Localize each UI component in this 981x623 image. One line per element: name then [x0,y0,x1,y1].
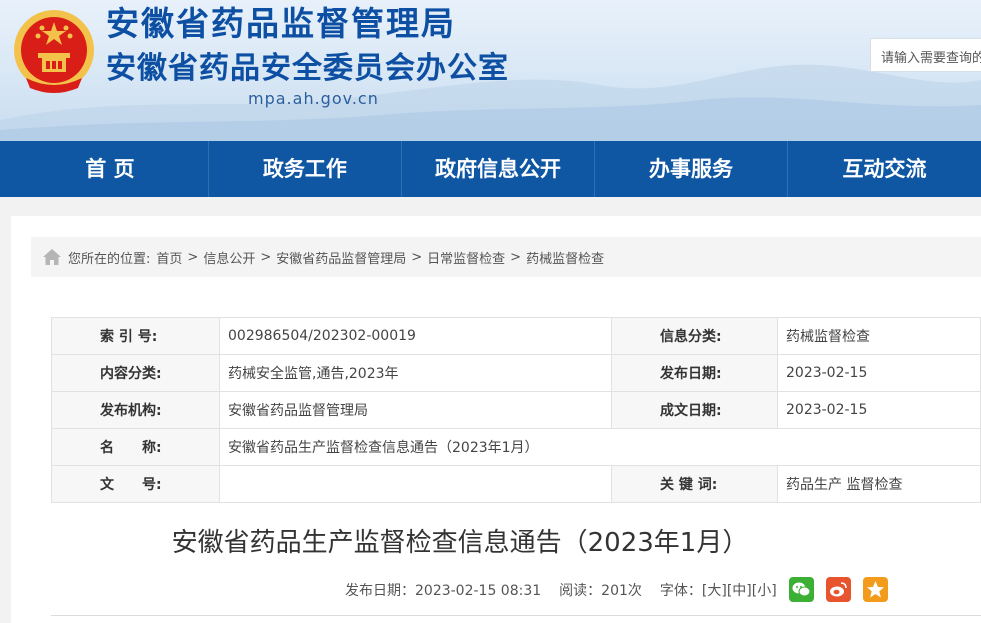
breadcrumb-drug-device-inspection[interactable]: 药械监督检查 [526,248,604,267]
site-domain: mpa.ah.gov.cn [248,89,379,108]
star-icon[interactable] [862,577,888,602]
table-row: 名 称: 安徽省药品生产监督检查信息通告（2023年1月） [51,428,981,466]
publisher-label: 发布机构: [51,391,220,429]
article-publish-time: 发布日期：2023-02-15 08:31 [345,582,542,599]
index-value: 002986504/202302-00019 [219,317,612,355]
publish-date-value: 2023-02-15 [777,354,981,392]
wechat-icon[interactable] [788,577,814,602]
content-category-value: 药械安全监管,通告,2023年 [219,354,612,392]
written-date-label: 成文日期: [611,391,778,429]
breadcrumb: 您所在的位置: 首页 > 信息公开 > 安徽省药品监督管理局 > 日常监督检查 … [31,237,981,277]
divider [51,615,981,616]
nav-item-interaction[interactable]: 互动交流 [788,141,981,197]
national-emblem-icon [14,10,94,93]
breadcrumb-separator: > [260,249,272,265]
keywords-value: 药品生产 监督检查 [777,465,981,503]
site-title-main: 安徽省药品监督管理局 [106,4,456,43]
publish-date-label: 发布日期: [611,354,778,392]
document-meta-table: 索 引 号: 002986504/202302-00019 信息分类: 药械监督… [51,317,981,503]
nav-item-government-work[interactable]: 政务工作 [209,141,402,197]
index-label: 索 引 号: [51,317,220,355]
doc-number-value [219,465,612,503]
category-label: 信息分类: [611,317,778,355]
font-small-button[interactable]: [小] [752,580,777,600]
article-title: 安徽省药品生产监督检查信息通告（2023年1月） [171,528,749,558]
table-row: 文 号: 关 键 词: 药品生产 监督检查 [51,465,981,503]
site-title-sub: 安徽省药品安全委员会办公室 [106,51,509,86]
breadcrumb-daily-inspection[interactable]: 日常监督检查 [427,248,505,267]
table-row: 发布机构: 安徽省药品监督管理局 成文日期: 2023-02-15 [51,391,981,429]
breadcrumb-separator: > [510,249,522,265]
weibo-icon[interactable] [825,577,851,602]
table-row: 索 引 号: 002986504/202302-00019 信息分类: 药械监督… [51,317,981,355]
category-value: 药械监督检查 [777,317,981,355]
breadcrumb-separator: > [187,249,199,265]
content-panel: 您所在的位置: 首页 > 信息公开 > 安徽省药品监督管理局 > 日常监督检查 … [11,216,981,623]
keywords-label: 关 键 词: [611,465,778,503]
nav-item-home[interactable]: 首 页 [0,141,209,197]
breadcrumb-bureau[interactable]: 安徽省药品监督管理局 [276,248,406,267]
doc-number-label: 文 号: [51,465,220,503]
breadcrumb-info-disclosure[interactable]: 信息公开 [203,248,255,267]
article-read-count: 阅读：201次 [559,582,642,599]
font-size-label: 字体： [659,582,702,599]
article-info-bar: 发布日期：2023-02-15 08:31 阅读：201次 字体： [大] [中… [345,577,888,602]
nav-item-services[interactable]: 办事服务 [595,141,788,197]
table-row: 内容分类: 药械安全监管,通告,2023年 发布日期: 2023-02-15 [51,354,981,392]
content-category-label: 内容分类: [51,354,220,392]
font-medium-button[interactable]: [中] [727,580,752,600]
doc-name-label: 名 称: [51,428,220,466]
search-input[interactable]: 请输入需要查询的内容 [870,38,981,72]
font-large-button[interactable]: [大] [702,580,727,600]
publisher-value: 安徽省药品监督管理局 [219,391,612,429]
breadcrumb-prefix: 您所在的位置: [68,251,151,267]
main-nav: 首 页 政务工作 政府信息公开 办事服务 互动交流 [0,141,981,197]
site-header: 安徽省药品监督管理局 安徽省药品安全委员会办公室 mpa.ah.gov.cn 请… [0,0,981,141]
nav-item-info-disclosure[interactable]: 政府信息公开 [402,141,595,197]
home-icon [43,249,61,265]
breadcrumb-separator: > [411,249,423,265]
doc-name-value: 安徽省药品生产监督检查信息通告（2023年1月） [219,428,981,466]
breadcrumb-home[interactable]: 首页 [156,248,182,267]
written-date-value: 2023-02-15 [777,391,981,429]
